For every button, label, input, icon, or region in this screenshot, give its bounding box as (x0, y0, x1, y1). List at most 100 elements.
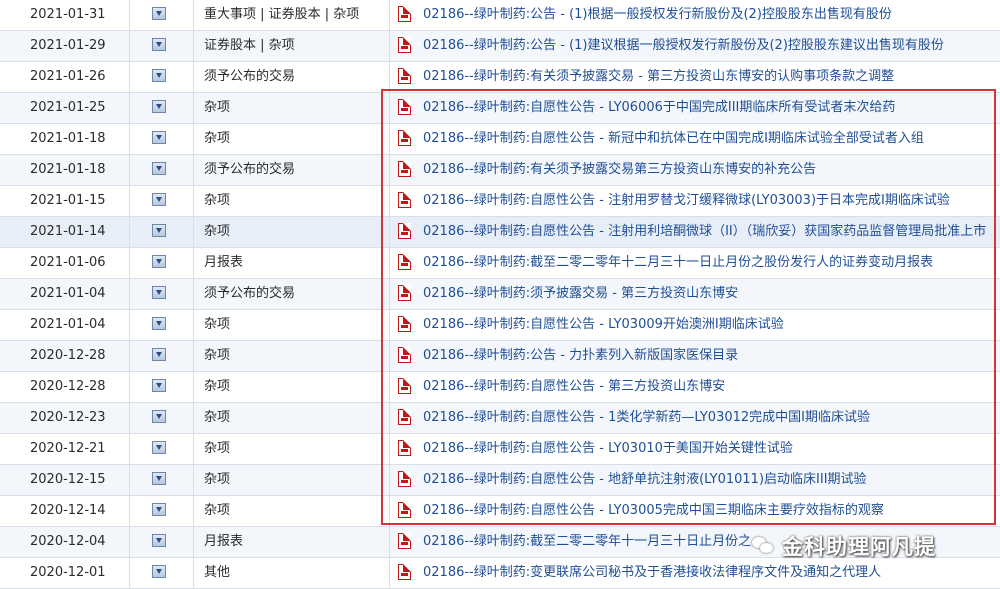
download-icon[interactable] (152, 255, 166, 268)
announcement-link[interactable]: 02186--绿叶制药:须予披露交易 - 第三方投资山东博安 (423, 279, 738, 309)
title-cell: 02186--绿叶制药:公告 - (1)根据一般授权发行新股份及(2)控股股东出… (390, 0, 1000, 30)
pdf-icon[interactable] (398, 285, 411, 301)
title-cell: 02186--绿叶制药:自愿性公告 - LY03005完成中国三期临床主要疗效指… (390, 496, 1000, 526)
title-cell: 02186--绿叶制药:公告 - 力扑素列入新版国家医保目录 (390, 341, 1000, 371)
download-cell (130, 93, 194, 123)
pdf-icon[interactable] (398, 223, 411, 239)
announcement-link[interactable]: 02186--绿叶制药:自愿性公告 - LY03010于美国开始关键性试验 (423, 434, 793, 464)
date-cell: 2021-01-04 (0, 279, 130, 309)
pdf-icon[interactable] (398, 68, 411, 84)
wechat-icon (752, 537, 774, 555)
date-cell: 2020-12-14 (0, 496, 130, 526)
pdf-icon[interactable] (398, 254, 411, 270)
pdf-icon[interactable] (398, 347, 411, 363)
title-cell: 02186--绿叶制药:自愿性公告 - LY06006于中国完成III期临床所有… (390, 93, 1000, 123)
date-cell: 2021-01-18 (0, 124, 130, 154)
pdf-icon[interactable] (398, 192, 411, 208)
download-icon[interactable] (152, 7, 166, 20)
announcement-link[interactable]: 02186--绿叶制药:公告 - (1)建议根据一般授权发行新股份及(2)控股股… (423, 31, 944, 61)
category-cell: 杂项 (194, 496, 390, 526)
pdf-icon[interactable] (398, 409, 411, 425)
download-icon[interactable] (152, 441, 166, 454)
download-icon[interactable] (152, 472, 166, 485)
announcement-link[interactable]: 02186--绿叶制药:自愿性公告 - 注射用利培酮微球（II）（瑞欣妥）获国家… (423, 217, 986, 247)
download-icon[interactable] (152, 38, 166, 51)
download-cell (130, 31, 194, 61)
download-icon[interactable] (152, 162, 166, 175)
title-cell: 02186--绿叶制药:自愿性公告 - 新冠中和抗体已在中国完成I期临床试验全部… (390, 124, 1000, 154)
announcement-link[interactable]: 02186--绿叶制药:自愿性公告 - LY06006于中国完成III期临床所有… (423, 93, 895, 123)
title-cell: 02186--绿叶制药:自愿性公告 - LY03010于美国开始关键性试验 (390, 434, 1000, 464)
pdf-icon[interactable] (398, 533, 411, 549)
announcement-link[interactable]: 02186--绿叶制药:截至二零二零年十一月三十日止月份之 (423, 527, 751, 557)
announcement-link[interactable]: 02186--绿叶制药:有关须予披露交易第三方投资山东博安的补充公告 (423, 155, 816, 185)
download-icon[interactable] (152, 286, 166, 299)
download-cell (130, 403, 194, 433)
category-cell: 杂项 (194, 403, 390, 433)
pdf-icon[interactable] (398, 471, 411, 487)
download-icon[interactable] (152, 131, 166, 144)
table-row: 2021-01-31 重大事项 | 证券股本 | 杂项 02186--绿叶制药:公告… (0, 0, 1000, 31)
category-cell: 重大事项 | 证券股本 | 杂项 (194, 0, 390, 30)
announcement-link[interactable]: 02186--绿叶制药:自愿性公告 - 地舒单抗注射液(LY01011)启动临床… (423, 465, 867, 495)
pdf-icon[interactable] (398, 440, 411, 456)
announcement-link[interactable]: 02186--绿叶制药:自愿性公告 - LY03005完成中国三期临床主要疗效指… (423, 496, 884, 526)
table-row: 2021-01-18 须予公布的交易 02186--绿叶制药:有关须予披露交易第三方… (0, 155, 1000, 186)
date-cell: 2021-01-29 (0, 31, 130, 61)
announcement-link[interactable]: 02186--绿叶制药:自愿性公告 - 新冠中和抗体已在中国完成I期临床试验全部… (423, 124, 924, 154)
announcement-link[interactable]: 02186--绿叶制药:自愿性公告 - 1类化学新药—LY03012完成中国I期… (423, 403, 870, 433)
pdf-icon[interactable] (398, 161, 411, 177)
pdf-icon[interactable] (398, 502, 411, 518)
pdf-icon[interactable] (398, 130, 411, 146)
download-icon[interactable] (152, 379, 166, 392)
download-icon[interactable] (152, 410, 166, 423)
title-cell: 02186--绿叶制药:自愿性公告 - LY03009开始澳洲I期临床试验 (390, 310, 1000, 340)
category-cell: 杂项 (194, 434, 390, 464)
pdf-icon[interactable] (398, 316, 411, 332)
announcement-link[interactable]: 02186--绿叶制药:自愿性公告 - LY03009开始澳洲I期临床试验 (423, 310, 784, 340)
download-icon[interactable] (152, 69, 166, 82)
title-cell: 02186--绿叶制药:自愿性公告 - 第三方投资山东博安 (390, 372, 1000, 402)
table-row: 2021-01-14 杂项 02186--绿叶制药:自愿性公告 - 注射用利培酮微球… (0, 217, 1000, 248)
date-cell: 2021-01-25 (0, 93, 130, 123)
pdf-icon[interactable] (398, 37, 411, 53)
download-icon[interactable] (152, 224, 166, 237)
download-icon[interactable] (152, 503, 166, 516)
title-cell: 02186--绿叶制药:自愿性公告 - 1类化学新药—LY03012完成中国I期… (390, 403, 1000, 433)
pdf-icon[interactable] (398, 6, 411, 22)
download-cell (130, 341, 194, 371)
pdf-icon[interactable] (398, 378, 411, 394)
announcement-link[interactable]: 02186--绿叶制药:自愿性公告 - 注射用罗替戈汀缓释微球(LY03003)… (423, 186, 950, 216)
download-cell (130, 217, 194, 247)
announcement-link[interactable]: 02186--绿叶制药:公告 - 力扑素列入新版国家医保目录 (423, 341, 738, 371)
announcement-link[interactable]: 02186--绿叶制药:自愿性公告 - 第三方投资山东博安 (423, 372, 725, 402)
download-icon[interactable] (152, 565, 166, 578)
download-icon[interactable] (152, 193, 166, 206)
download-icon[interactable] (152, 317, 166, 330)
title-cell: 02186--绿叶制药:须予披露交易 - 第三方投资山东博安 (390, 279, 1000, 309)
table-row: 2020-12-01 其他 02186--绿叶制药:变更联席公司秘书及于香港接收法律… (0, 558, 1000, 589)
title-cell: 02186--绿叶制药:自愿性公告 - 地舒单抗注射液(LY01011)启动临床… (390, 465, 1000, 495)
download-cell (130, 186, 194, 216)
download-icon[interactable] (152, 534, 166, 547)
announcement-link[interactable]: 02186--绿叶制药:有关须予披露交易 - 第三方投资山东博安的认购事项条款之… (423, 62, 894, 92)
pdf-icon[interactable] (398, 564, 411, 580)
table-row: 2021-01-06 月报表 02186--绿叶制药:截至二零二零年十二月三十一日止… (0, 248, 1000, 279)
category-cell: 杂项 (194, 124, 390, 154)
announcement-link[interactable]: 02186--绿叶制药:公告 - (1)根据一般授权发行新股份及(2)控股股东出… (423, 0, 892, 30)
title-cell: 02186--绿叶制药:自愿性公告 - 注射用利培酮微球（II）（瑞欣妥）获国家… (390, 217, 1000, 247)
date-cell: 2021-01-15 (0, 186, 130, 216)
category-cell: 杂项 (194, 341, 390, 371)
pdf-icon[interactable] (398, 99, 411, 115)
download-icon[interactable] (152, 100, 166, 113)
table-row: 2020-12-14 杂项 02186--绿叶制药:自愿性公告 - LY03005完… (0, 496, 1000, 527)
date-cell: 2021-01-06 (0, 248, 130, 278)
date-cell: 2020-12-15 (0, 465, 130, 495)
download-cell (130, 496, 194, 526)
date-cell: 2021-01-31 (0, 0, 130, 30)
announcement-link[interactable]: 02186--绿叶制药:截至二零二零年十二月三十一日止月份之股份发行人的证券变动… (423, 248, 933, 278)
download-icon[interactable] (152, 348, 166, 361)
download-cell (130, 279, 194, 309)
announcement-link[interactable]: 02186--绿叶制药:变更联席公司秘书及于香港接收法律程序文件及通知之代理人 (423, 558, 881, 588)
category-cell: 月报表 (194, 527, 390, 557)
